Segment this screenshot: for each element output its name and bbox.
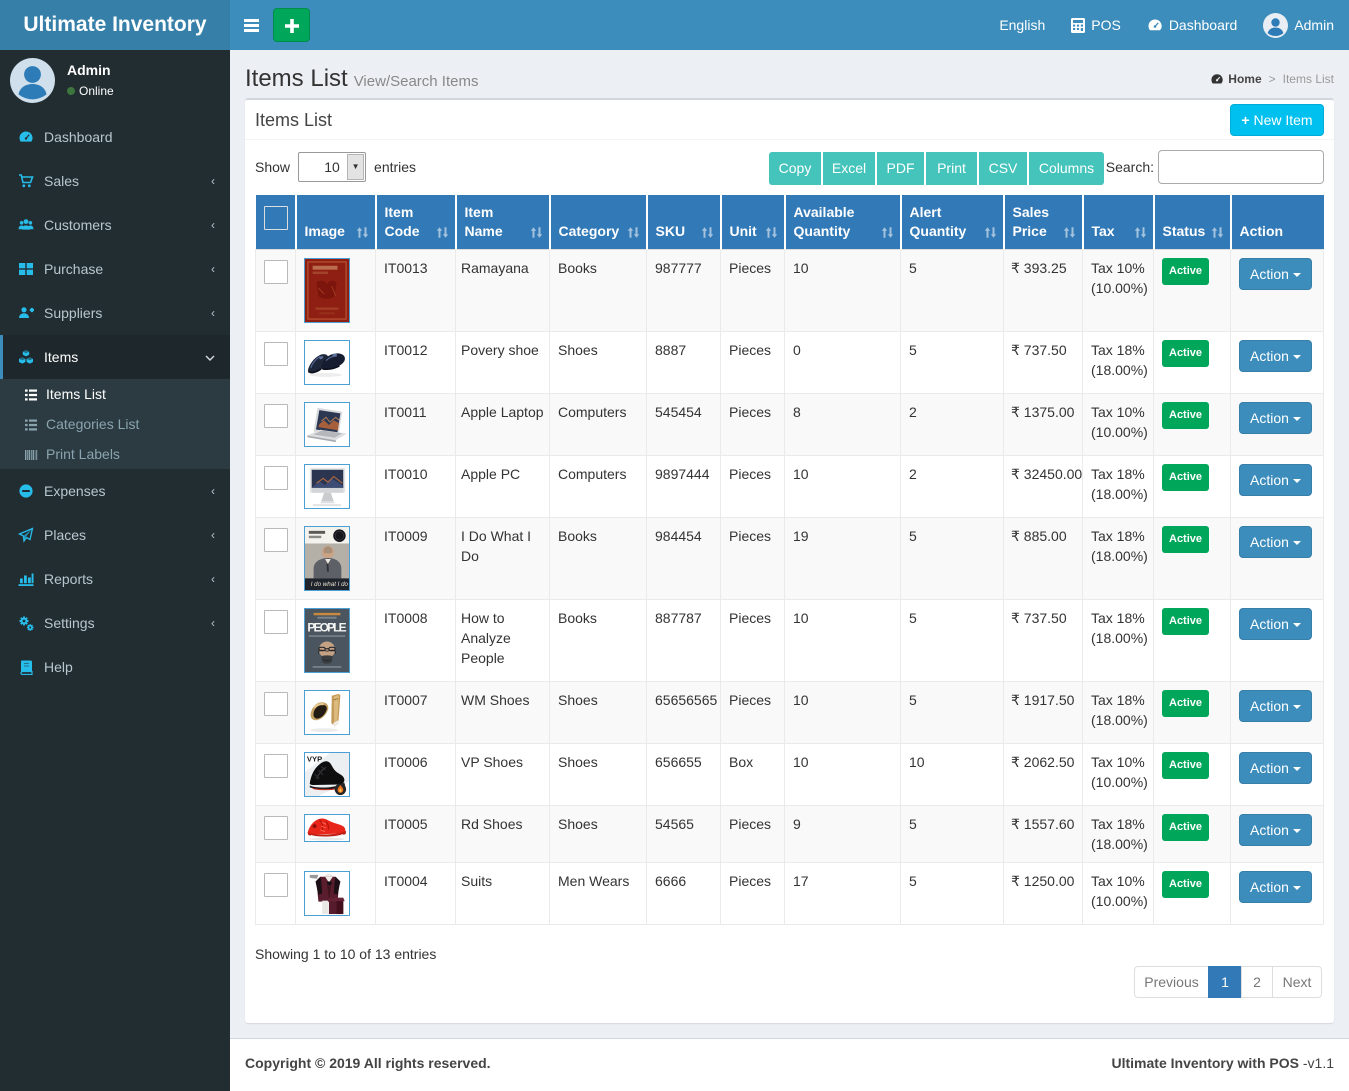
svg-text:PEOPLE: PEOPLE: [307, 620, 346, 634]
svg-text:I do what I do: I do what I do: [311, 581, 349, 588]
svg-text:VYP: VYP: [307, 755, 322, 764]
